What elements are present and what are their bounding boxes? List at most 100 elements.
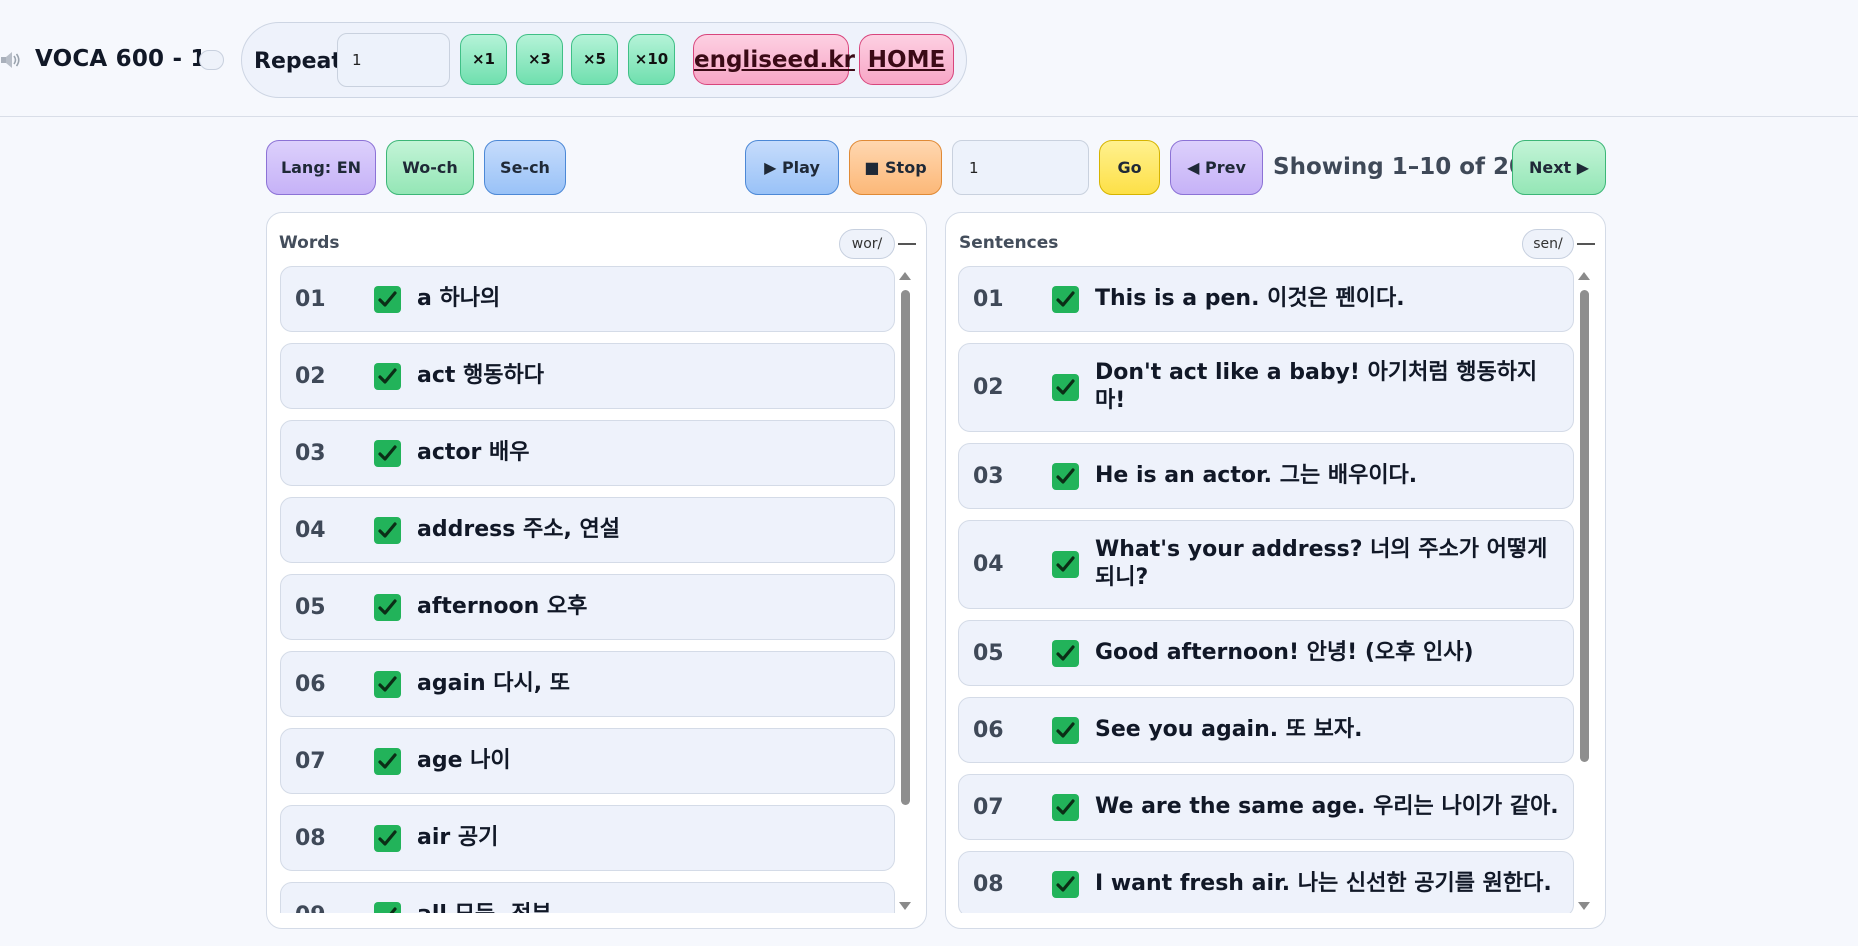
checkbox-checked-icon[interactable] [1052, 463, 1079, 490]
repeat-x1-button[interactable]: ×1 [460, 34, 507, 85]
sentence-number: 02 [973, 375, 1004, 400]
sentence-number: 06 [973, 718, 1004, 743]
page-title: VOCA 600 - 1 [35, 46, 207, 72]
checkbox-checked-icon[interactable] [374, 748, 401, 775]
checkbox-checked-icon[interactable] [374, 286, 401, 313]
header-bar: VOCA 600 - 1 Repeat ×1 ×3 ×5 ×10 englise… [0, 0, 1858, 117]
sentence-text-continued: 되니? [1095, 565, 1149, 590]
checkbox-checked-icon[interactable] [374, 363, 401, 390]
scroll-down-arrow[interactable] [1578, 902, 1590, 910]
sentence-text: See you again. 또 보자. [1095, 717, 1363, 742]
checkbox-checked-icon[interactable] [374, 440, 401, 467]
list-item[interactable]: 07 age 나이 [280, 728, 895, 794]
checkbox-checked-icon[interactable] [374, 594, 401, 621]
sentence-number: 04 [973, 552, 1004, 577]
speaker-icon[interactable] [0, 50, 22, 70]
sentence-number: 03 [973, 464, 1004, 489]
repeat-x3-button[interactable]: ×3 [516, 34, 563, 85]
sentence-text: Don't act like a baby! 아기처럼 행동하지 [1095, 360, 1538, 385]
list-item[interactable]: 05 afternoon 오후 [280, 574, 895, 640]
sentence-text: This is a pen. 이것은 펜이다. [1095, 286, 1405, 311]
home-link[interactable]: HOME [859, 34, 954, 85]
words-scrollbar-thumb[interactable] [901, 290, 910, 805]
checkbox-checked-icon[interactable] [374, 902, 401, 913]
minus-icon[interactable] [898, 243, 916, 245]
word-text: a 하나의 [417, 286, 501, 311]
word-text: air 공기 [417, 825, 499, 850]
list-item[interactable]: 06 See you again. 또 보자. [958, 697, 1574, 763]
list-item[interactable]: 03 He is an actor. 그는 배우이다. [958, 443, 1574, 509]
language-button[interactable]: Lang: EN [266, 140, 376, 195]
repeat-count-input[interactable] [337, 33, 450, 87]
list-item[interactable]: 01 a 하나의 [280, 266, 895, 332]
goto-page-input[interactable] [952, 140, 1089, 195]
checkbox-checked-icon[interactable] [1052, 551, 1079, 578]
word-text: age 나이 [417, 748, 511, 773]
sentence-number: 01 [973, 287, 1004, 312]
go-button[interactable]: Go [1099, 140, 1160, 195]
sentences-list: 01 This is a pen. 이것은 펜이다. 02 Don't act … [958, 265, 1574, 913]
word-number: 04 [295, 518, 326, 543]
list-item[interactable]: 09 all 모든, 전부 [280, 882, 895, 913]
play-button[interactable]: ▶ Play [745, 140, 839, 195]
sentences-panel-title: Sentences [959, 233, 1059, 253]
sentence-text: I want fresh air. 나는 신선한 공기를 원한다. [1095, 871, 1552, 896]
word-text: again 다시, 또 [417, 671, 571, 696]
word-number: 06 [295, 672, 326, 697]
list-item[interactable]: 07 We are the same age. 우리는 나이가 같아. [958, 774, 1574, 840]
sentences-count-pill[interactable]: sen/ [1522, 229, 1574, 259]
list-item[interactable]: 06 again 다시, 또 [280, 651, 895, 717]
word-text: afternoon 오후 [417, 594, 588, 619]
next-button[interactable]: Next ▶ [1512, 140, 1606, 195]
toggle-dot[interactable] [199, 50, 224, 70]
scroll-down-arrow[interactable] [899, 902, 911, 910]
list-item[interactable]: 02 Don't act like a baby! 아기처럼 행동하지 마! [958, 343, 1574, 432]
scroll-up-arrow[interactable] [1578, 272, 1590, 280]
words-count-pill[interactable]: wor/ [839, 229, 895, 259]
list-item[interactable]: 05 Good afternoon! 안녕! (오후 인사) [958, 620, 1574, 686]
word-number: 03 [295, 441, 326, 466]
word-text: all 모든, 전부 [417, 901, 552, 913]
word-number: 07 [295, 749, 326, 774]
prev-button[interactable]: ◀ Prev [1170, 140, 1263, 195]
pagination-status: Showing 1–10 of 200 [1273, 154, 1542, 180]
repeat-x10-button[interactable]: ×10 [628, 34, 675, 85]
stop-button[interactable]: ■ Stop [849, 140, 942, 195]
scroll-up-arrow[interactable] [899, 272, 911, 280]
list-item[interactable]: 04 address 주소, 연설 [280, 497, 895, 563]
word-number: 08 [295, 826, 326, 851]
word-number: 09 [295, 903, 326, 913]
word-check-button[interactable]: Wo-ch [386, 140, 474, 195]
list-item[interactable]: 01 This is a pen. 이것은 펜이다. [958, 266, 1574, 332]
list-item[interactable]: 08 air 공기 [280, 805, 895, 871]
checkbox-checked-icon[interactable] [1052, 640, 1079, 667]
engliseed-link[interactable]: engliseed.kr [693, 34, 855, 85]
words-panel-title: Words [279, 233, 340, 253]
word-text: act 행동하다 [417, 363, 545, 388]
word-number: 02 [295, 364, 326, 389]
checkbox-checked-icon[interactable] [374, 517, 401, 544]
list-item[interactable]: 02 act 행동하다 [280, 343, 895, 409]
sentence-text: He is an actor. 그는 배우이다. [1095, 463, 1418, 488]
checkbox-checked-icon[interactable] [374, 671, 401, 698]
sentence-text: We are the same age. 우리는 나이가 같아. [1095, 794, 1559, 819]
sentence-number: 07 [973, 795, 1004, 820]
checkbox-checked-icon[interactable] [1052, 374, 1079, 401]
list-item[interactable]: 04 What's your address? 너의 주소가 어떻게 되니? [958, 520, 1574, 609]
checkbox-checked-icon[interactable] [1052, 286, 1079, 313]
word-number: 05 [295, 595, 326, 620]
checkbox-checked-icon[interactable] [1052, 794, 1079, 821]
sentence-check-button[interactable]: Se-ch [484, 140, 566, 195]
checkbox-checked-icon[interactable] [1052, 871, 1079, 898]
minus-icon[interactable] [1577, 243, 1595, 245]
repeat-x5-button[interactable]: ×5 [571, 34, 618, 85]
checkbox-checked-icon[interactable] [374, 825, 401, 852]
sentence-number: 05 [973, 641, 1004, 666]
list-item[interactable]: 08 I want fresh air. 나는 신선한 공기를 원한다. [958, 851, 1574, 913]
sentence-text: What's your address? 너의 주소가 어떻게 [1095, 537, 1548, 562]
checkbox-checked-icon[interactable] [1052, 717, 1079, 744]
list-item[interactable]: 03 actor 배우 [280, 420, 895, 486]
sentences-scrollbar-thumb[interactable] [1580, 290, 1589, 762]
repeat-label: Repeat [254, 49, 342, 74]
sentence-text-continued: 마! [1095, 388, 1126, 413]
